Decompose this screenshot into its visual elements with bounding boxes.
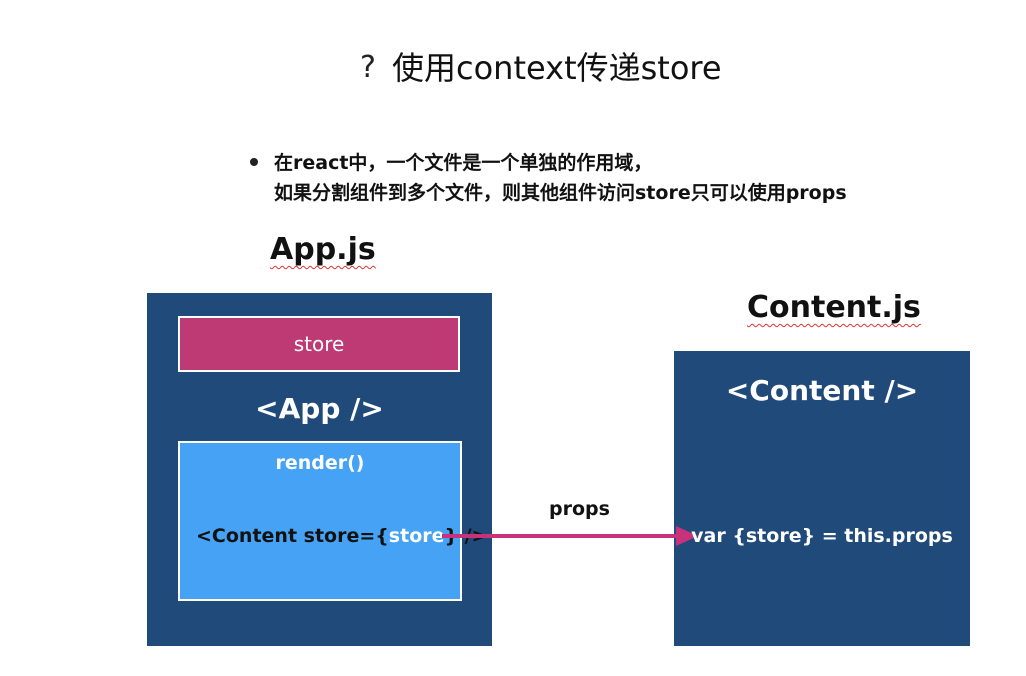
render-label: render() [275, 452, 365, 474]
content-component-label: <Content /> [725, 374, 919, 407]
bullet-icon [250, 158, 258, 166]
props-label: props [549, 498, 610, 520]
slide-title: ? 使用context传递store [360, 44, 722, 92]
call-prefix: <Content store= [196, 525, 376, 547]
props-arrow [442, 526, 698, 546]
store-box: store [178, 316, 460, 372]
call-open-brace: { [375, 525, 389, 547]
var-store-line: var {store} = this.props [691, 525, 953, 547]
bullet-line-1: 在react中，一个文件是一个单独的作用域， [274, 152, 653, 174]
title-text: 使用context传递store [392, 49, 722, 87]
slide: ? 使用context传递store 在react中，一个文件是一个单独的作用域… [0, 0, 1026, 676]
bullet-line-2: 如果分割组件到多个文件，则其他组件访问store只可以使用props [274, 182, 847, 204]
call-store: store [388, 525, 445, 547]
store-label: store [293, 332, 345, 356]
bullet-text: 在react中，一个文件是一个单独的作用域， 如果分割组件到多个文件，则其他组件… [274, 148, 847, 208]
question-mark-icon: ? [360, 50, 376, 85]
app-component-label: <App /> [255, 392, 384, 425]
app-file-label: App.js [270, 232, 376, 267]
content-file-label: Content.js [747, 290, 921, 325]
